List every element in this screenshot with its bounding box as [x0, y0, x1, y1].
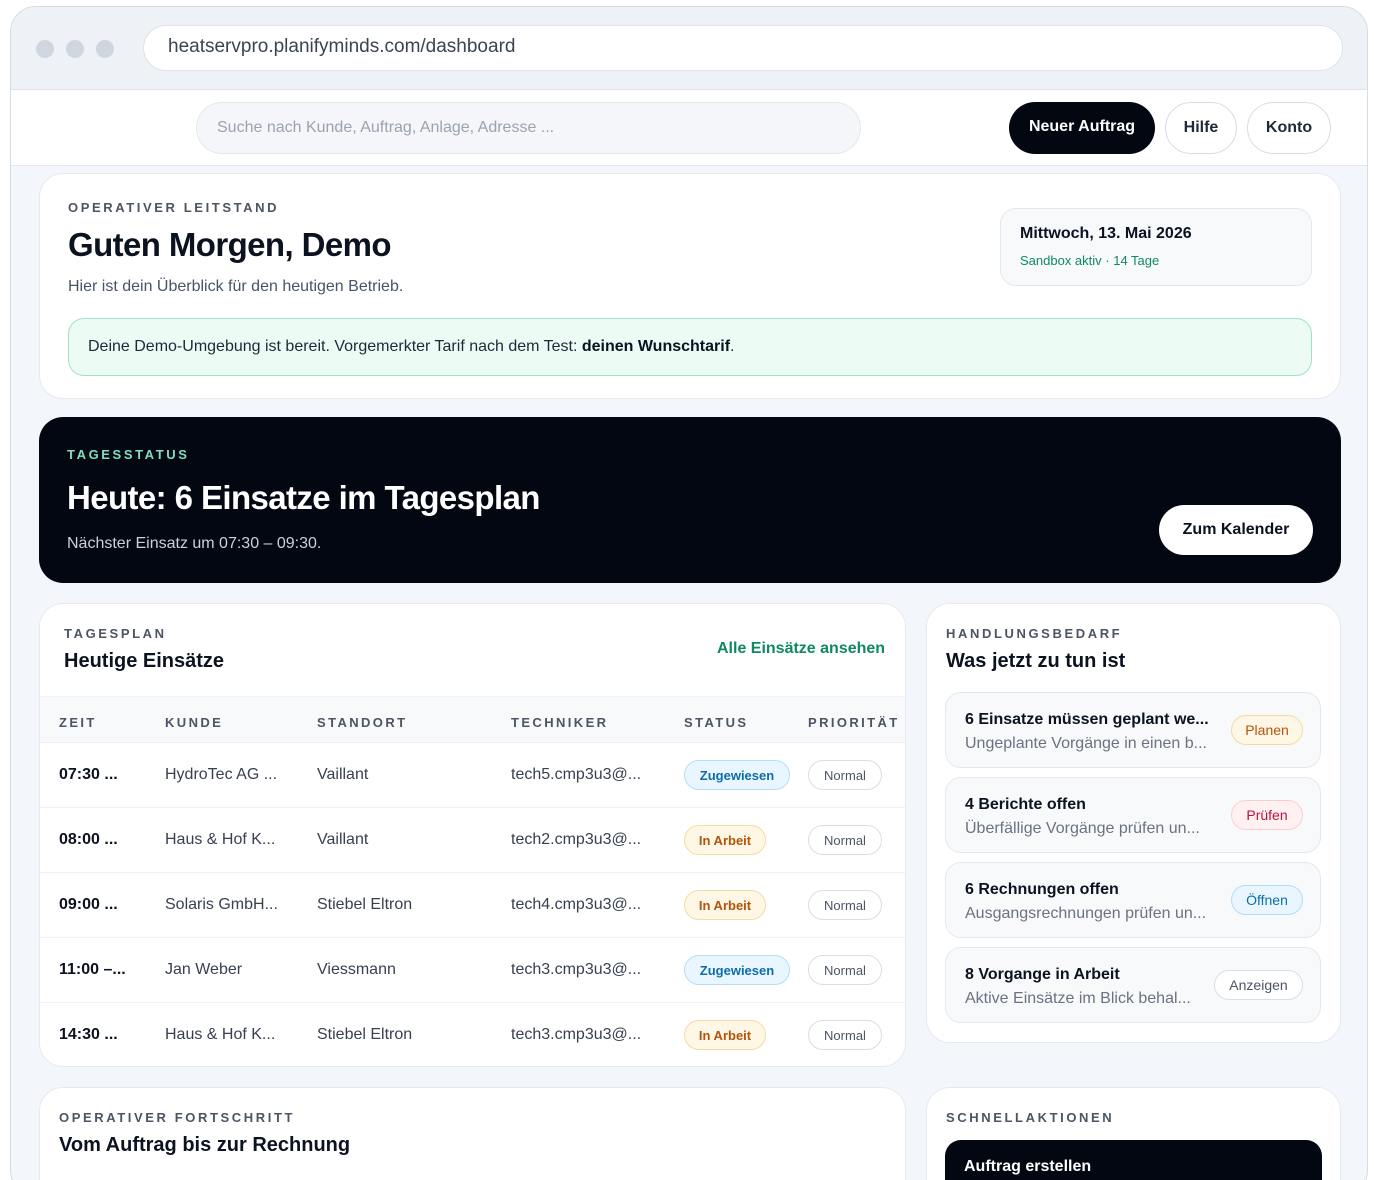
action-title: 8 Vorgange in Arbeit: [965, 966, 1120, 983]
column-header[interactable]: ZEIT: [59, 715, 97, 730]
show-button[interactable]: Anzeigen: [1214, 970, 1303, 1000]
cell-time: 11:00 –...: [59, 961, 126, 978]
cell-time: 14:30 ...: [59, 1026, 118, 1043]
address-bar[interactable]: heatservpro.planifyminds.com/dashboard: [143, 25, 1343, 71]
cell-customer: HydroTec AG ...: [165, 766, 278, 783]
action-item[interactable]: 4 Berichte offen Überfällige Vorgänge pr…: [945, 777, 1321, 853]
page-title: Guten Morgen, Demo: [68, 226, 391, 263]
action-subtitle: Aktive Einsätze im Blick behal...: [965, 990, 1191, 1007]
status-badge: Zugewiesen: [684, 760, 790, 790]
priority-badge: Normal: [808, 1020, 882, 1050]
cell-technician: tech5.cmp3u3@...: [511, 766, 642, 783]
action-subtitle: Ungeplante Vorgänge in einen b...: [965, 735, 1207, 752]
schedule-eyebrow: TAGESPLAN: [64, 626, 167, 641]
notice-text: Deine Demo-Umgebung ist bereit. Vorgemer…: [88, 338, 582, 355]
account-button[interactable]: Konto: [1247, 102, 1331, 154]
action-title: 6 Rechnungen offen: [965, 881, 1119, 898]
cell-time: 09:00 ...: [59, 896, 118, 913]
priority-badge: Normal: [808, 890, 882, 920]
actions-card: HANDLUNGSBEDARF Was jetzt zu tun ist 6 E…: [926, 603, 1341, 1043]
table-row[interactable]: 08:00 ... Haus & Hof K... Vaillant tech2…: [40, 808, 905, 873]
demo-notice: Deine Demo-Umgebung ist bereit. Vorgemer…: [68, 318, 1312, 376]
review-button[interactable]: Prüfen: [1231, 800, 1303, 830]
actions-eyebrow: HANDLUNGSBEDARF: [946, 626, 1123, 641]
hero-title: Heute: 6 Einsatze im Tagesplan: [67, 479, 540, 516]
date-box: Mittwoch, 13. Mai 2026 Sandbox aktiv · 1…: [1000, 208, 1312, 286]
notice-tariff: deinen Wunschtarif: [581, 338, 731, 355]
action-item[interactable]: 6 Einsatze müssen geplant we... Ungeplan…: [945, 692, 1321, 768]
sandbox-status: Sandbox aktiv · 14 Tage: [1020, 253, 1160, 268]
cell-technician: tech4.cmp3u3@...: [511, 896, 642, 913]
cell-customer: Haus & Hof K...: [165, 1026, 276, 1043]
action-subtitle: Überfällige Vorgänge prüfen un...: [965, 820, 1200, 837]
column-header[interactable]: PRIORITÄT: [808, 715, 900, 730]
search-input[interactable]: Suche nach Kunde, Auftrag, Anlage, Adres…: [196, 102, 861, 154]
cell-location: Vaillant: [317, 831, 369, 848]
status-badge: Zugewiesen: [684, 955, 790, 985]
window-close-dot[interactable]: [36, 40, 54, 58]
column-header[interactable]: TECHNIKER: [511, 715, 608, 730]
welcome-eyebrow: OPERATIVER LEITSTAND: [68, 200, 280, 215]
welcome-subtitle: Hier ist dein Überblick für den heutigen…: [68, 278, 404, 295]
action-subtitle: Ausgangsrechnungen prüfen un...: [965, 905, 1207, 922]
browser-window: heatservpro.planifyminds.com/dashboard S…: [10, 6, 1368, 1180]
cell-technician: tech3.cmp3u3@...: [511, 961, 642, 978]
table-row[interactable]: 11:00 –... Jan Weber Viessmann tech3.cmp…: [40, 938, 905, 1003]
current-date: Mittwoch, 13. Mai 2026: [1020, 225, 1192, 242]
table-row[interactable]: 07:30 ... HydroTec AG ... Vaillant tech5…: [40, 743, 905, 808]
app-topbar: Suche nach Kunde, Auftrag, Anlage, Adres…: [11, 90, 1367, 166]
quick-actions-card: SCHNELLAKTIONEN Auftrag erstellen: [926, 1087, 1341, 1180]
table-header: ZEIT KUNDE STANDORT TECHNIKER STATUS PRI…: [40, 696, 905, 743]
progress-title: Vom Auftrag bis zur Rechnung: [59, 1134, 351, 1156]
view-all-link[interactable]: Alle Einsätze ansehen: [717, 640, 885, 658]
cell-location: Stiebel Eltron: [317, 1026, 413, 1043]
new-order-button[interactable]: Neuer Auftrag: [1009, 102, 1155, 154]
create-order-button[interactable]: Auftrag erstellen: [945, 1140, 1322, 1180]
help-button[interactable]: Hilfe: [1165, 102, 1237, 154]
priority-badge: Normal: [808, 955, 882, 985]
action-title: 6 Einsatze müssen geplant we...: [965, 711, 1209, 728]
plan-button[interactable]: Planen: [1231, 715, 1303, 745]
hero-eyebrow: TAGESSTATUS: [67, 447, 190, 462]
cell-technician: tech3.cmp3u3@...: [511, 1026, 642, 1043]
schedule-table: ZEIT KUNDE STANDORT TECHNIKER STATUS PRI…: [40, 696, 905, 1066]
status-badge: In Arbeit: [684, 825, 766, 855]
column-header[interactable]: STANDORT: [317, 715, 407, 730]
cell-location: Stiebel Eltron: [317, 896, 413, 913]
cell-location: Viessmann: [317, 961, 396, 978]
cell-time: 08:00 ...: [59, 831, 118, 848]
status-badge: In Arbeit: [684, 1020, 766, 1050]
action-item[interactable]: 8 Vorgange in Arbeit Aktive Einsätze im …: [945, 947, 1321, 1023]
cell-customer: Solaris GmbH...: [165, 896, 278, 913]
browser-chrome: heatservpro.planifyminds.com/dashboard: [11, 7, 1367, 90]
cell-technician: tech2.cmp3u3@...: [511, 831, 642, 848]
column-header[interactable]: KUNDE: [165, 715, 223, 730]
cell-time: 07:30 ...: [59, 766, 118, 783]
table-row[interactable]: 14:30 ... Haus & Hof K... Stiebel Eltron…: [40, 1003, 905, 1066]
calendar-button[interactable]: Zum Kalender: [1159, 505, 1313, 555]
column-header[interactable]: STATUS: [684, 715, 748, 730]
status-badge: In Arbeit: [684, 890, 766, 920]
progress-eyebrow: OPERATIVER FORTSCHRITT: [59, 1110, 296, 1125]
action-item[interactable]: 6 Rechnungen offen Ausgangsrechnungen pr…: [945, 862, 1321, 938]
hero-subtitle: Nächster Einsatz um 07:30 – 09:30.: [67, 535, 322, 552]
window-minimize-dot[interactable]: [66, 40, 84, 58]
actions-title: Was jetzt zu tun ist: [946, 650, 1126, 672]
notice-end: .: [730, 338, 735, 355]
welcome-card: OPERATIVER LEITSTAND Guten Morgen, Demo …: [39, 173, 1341, 399]
action-title: 4 Berichte offen: [965, 796, 1086, 813]
open-button[interactable]: Öffnen: [1231, 885, 1303, 915]
quick-eyebrow: SCHNELLAKTIONEN: [946, 1110, 1115, 1125]
priority-badge: Normal: [808, 760, 882, 790]
cell-customer: Haus & Hof K...: [165, 831, 276, 848]
schedule-card: TAGESPLAN Heutige Einsätze Alle Einsätze…: [39, 603, 906, 1067]
progress-card: OPERATIVER FORTSCHRITT Vom Auftrag bis z…: [39, 1087, 906, 1180]
priority-badge: Normal: [808, 825, 882, 855]
table-row[interactable]: 09:00 ... Solaris GmbH... Stiebel Eltron…: [40, 873, 905, 938]
cell-customer: Jan Weber: [165, 961, 243, 978]
schedule-title: Heutige Einsätze: [64, 650, 225, 672]
day-status-banner: TAGESSTATUS Heute: 6 Einsatze im Tagespl…: [39, 417, 1341, 583]
cell-location: Vaillant: [317, 766, 369, 783]
window-maximize-dot[interactable]: [96, 40, 114, 58]
